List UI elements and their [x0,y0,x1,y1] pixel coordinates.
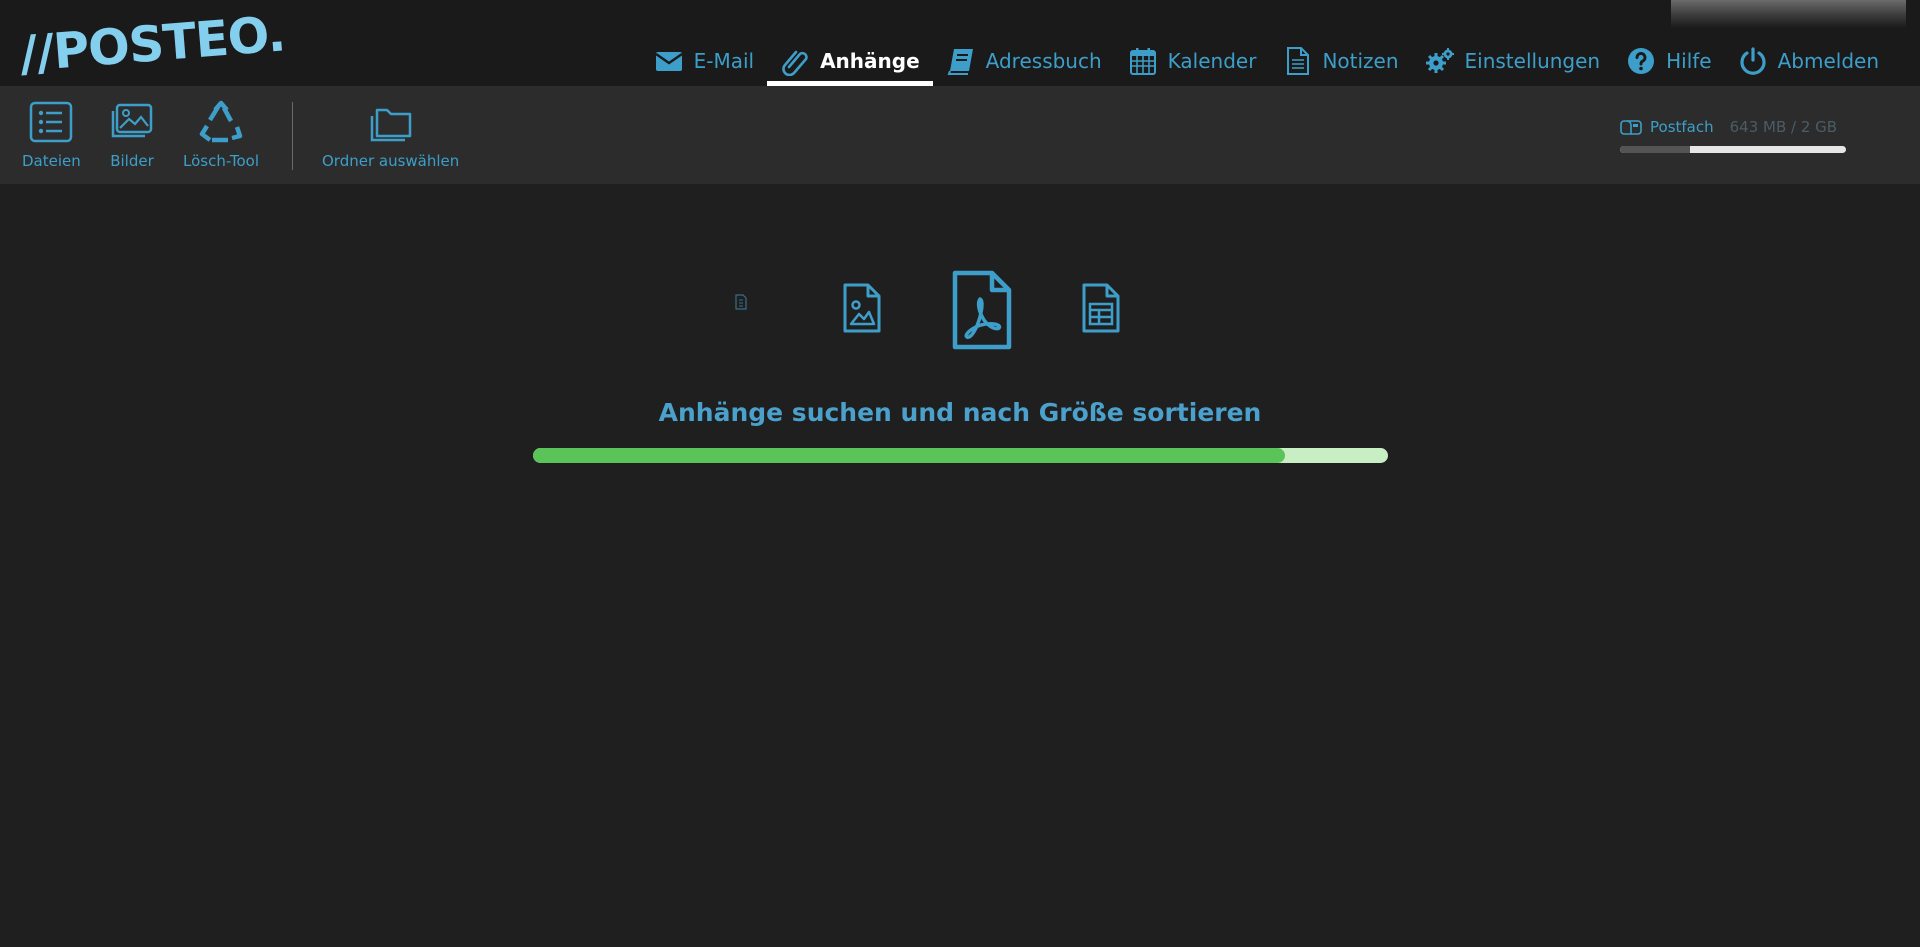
nav-item-label: Notizen [1322,49,1399,73]
images-icon [111,103,153,138]
image-file-icon [842,283,882,333]
nav-item-settings[interactable]: Einstellungen [1412,40,1614,82]
list-icon [30,101,73,143]
quota-usage: 643 MB / 2 GB [1729,118,1838,136]
nav-item-help[interactable]: Hilfe [1613,40,1725,82]
search-progress-fill [533,448,1286,463]
question-icon [1628,48,1655,74]
toolbar-separator [292,102,293,170]
calendar-icon [1129,48,1156,75]
nav-item-label: Anhänge [820,49,920,73]
recycle-icon [199,100,243,143]
nav-item-calendar[interactable]: Kalender [1115,40,1270,82]
nav-item-addressbook[interactable]: Adressbuch [933,40,1115,82]
nav-item-logout[interactable]: Abmelden [1725,40,1892,82]
nav-item-label: Abmelden [1777,49,1879,73]
nav-item-label: Kalender [1167,49,1257,73]
nav-item-label: E-Mail [693,49,755,73]
quota-bar-fill [1620,146,1691,153]
file-type-icons [0,265,1920,365]
posteo-logo[interactable]: //POSTEO. [18,5,287,83]
mailbox-quota: Postfach 643 MB / 2 GB [1620,118,1846,153]
files-button-label: Dateien [22,152,81,170]
images-button[interactable]: Bilder [109,100,155,170]
attachments-toolbar: Dateien Bilder Lösch-Tool Ordner auswähl… [0,86,1920,184]
pdf-file-icon [951,270,1013,350]
book-icon [947,49,973,75]
images-button-label: Bilder [110,152,154,170]
delete-tool-button-label: Lösch-Tool [183,152,260,170]
nav-item-email[interactable]: E-Mail [641,40,767,82]
gears-icon [1425,48,1454,73]
main-nav: E-Mail Anhänge Adressbuch Kalender Notiz… [641,40,1892,86]
delete-tool-button[interactable]: Lösch-Tool [183,100,259,170]
envelope-icon [654,52,683,71]
mailbox-icon [1620,120,1642,135]
top-bar: //POSTEO. E-Mail Anhänge Adressbuch Kale… [0,0,1920,86]
spreadsheet-file-icon [1081,283,1121,333]
paperclip-icon [782,50,808,76]
folders-icon [370,108,411,142]
files-button[interactable]: Dateien [22,100,81,170]
power-icon [1740,47,1766,75]
quota-bar [1620,146,1846,153]
nav-item-label: Adressbuch [985,49,1102,73]
note-icon [1287,47,1310,75]
nav-item-attachments[interactable]: Anhänge [767,40,933,86]
small-document-icon [734,294,748,310]
search-progress-bar [533,448,1388,463]
nav-item-label: Einstellungen [1464,49,1601,73]
top-right-shade [1671,0,1906,28]
page-headline: Anhänge suchen und nach Größe sortieren [658,398,1262,427]
nav-item-notes[interactable]: Notizen [1269,40,1411,82]
quota-label: Postfach [1650,118,1714,136]
nav-item-label: Hilfe [1666,49,1712,73]
choose-folder-button[interactable]: Ordner auswählen [322,100,459,170]
choose-folder-button-label: Ordner auswählen [322,152,460,170]
